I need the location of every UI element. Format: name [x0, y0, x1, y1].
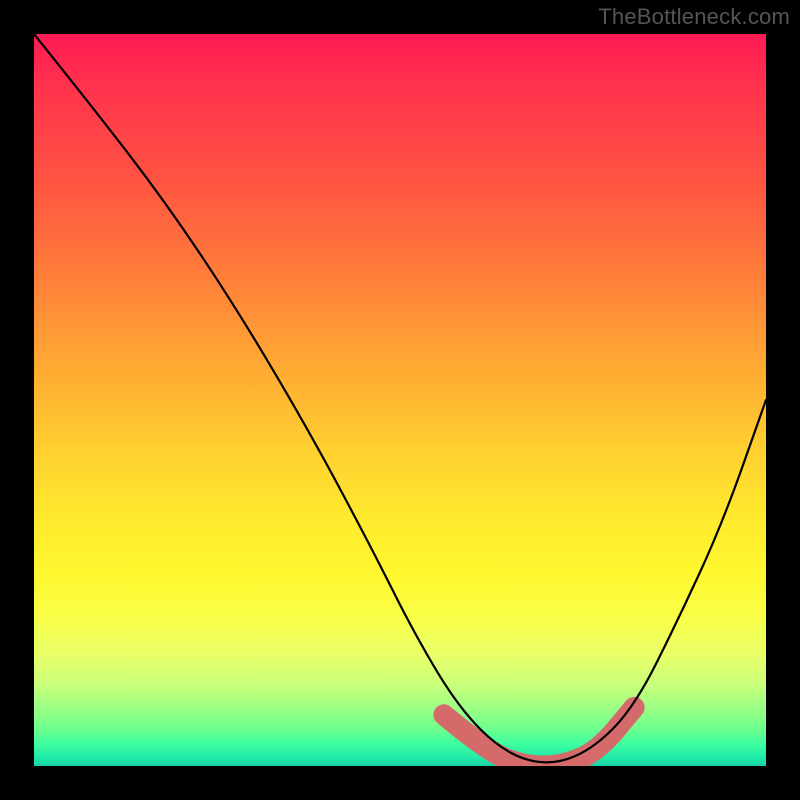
bottleneck-curve [34, 34, 766, 766]
plot-area [34, 34, 766, 766]
watermark-text: TheBottleneck.com [598, 4, 790, 30]
chart-stage: TheBottleneck.com [0, 0, 800, 800]
